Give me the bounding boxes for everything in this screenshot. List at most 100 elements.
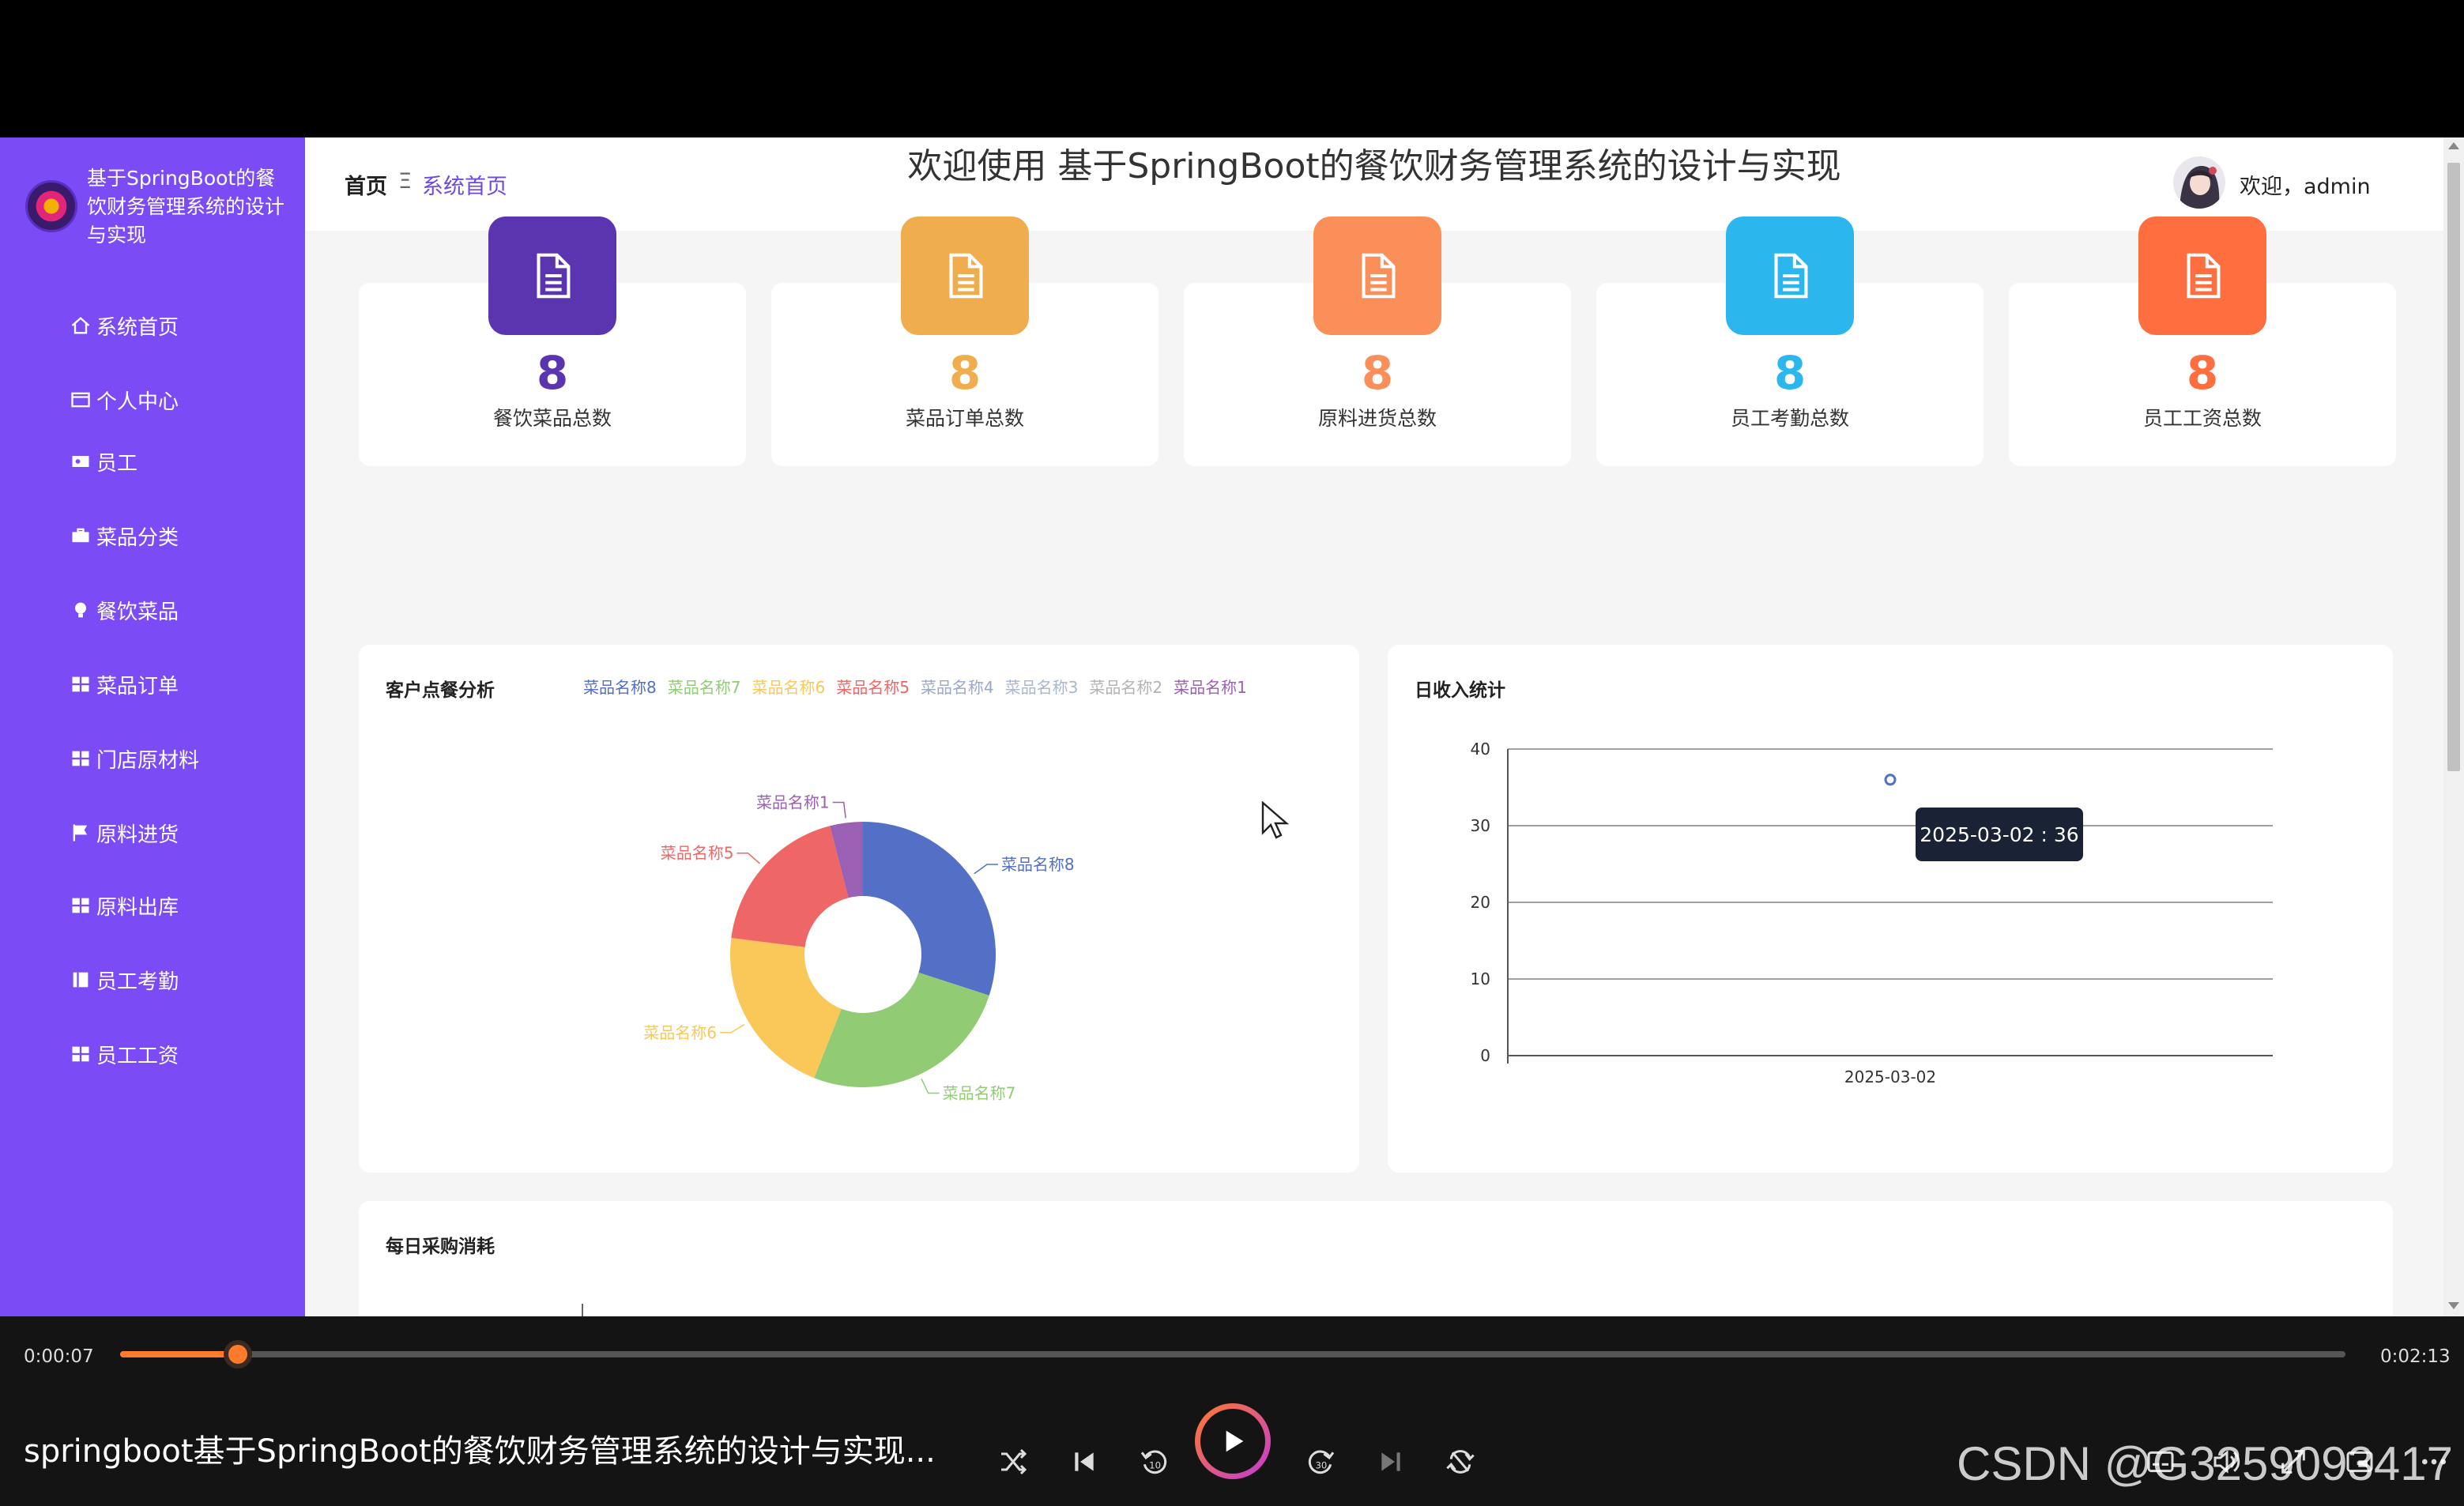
grid-icon [72, 676, 89, 692]
pie-slice[interactable] [863, 822, 996, 996]
sidebar-item-9[interactable]: 员工考勤 [70, 964, 179, 996]
sidebar-item-label: 原料出库 [96, 895, 179, 920]
scroll-up-icon[interactable] [2448, 142, 2459, 149]
x-tick-label: 2025-03-02 [1844, 1067, 1936, 1086]
skip-next-icon [1381, 1452, 1400, 1471]
stat-value: 8 [948, 346, 981, 400]
sidebar: 基于SpringBoot的餐饮财务管理系统的设计与实现 系统首页个人中心员工菜品… [0, 137, 305, 1316]
stat-label: 员工考勤总数 [1730, 407, 1849, 430]
purchase-chart-axis [582, 1304, 583, 1316]
pie-label-line [720, 1023, 745, 1033]
stat-label: 原料进货总数 [1317, 407, 1437, 430]
svg-text:10: 10 [1149, 1459, 1161, 1470]
sidebar-item-label: 餐饮菜品 [96, 600, 179, 624]
stat-value: 8 [536, 346, 569, 400]
brand: 基于SpringBoot的餐饮财务管理系统的设计与实现 [24, 164, 292, 251]
document-icon [1726, 216, 1854, 335]
pie-slice-label: 菜品名称7 [943, 1084, 1016, 1103]
sidebar-item-label: 员工工资 [96, 1044, 179, 1068]
sidebar-item-1[interactable]: 个人中心 [70, 384, 179, 416]
brand-title: 基于SpringBoot的餐饮财务管理系统的设计与实现 [87, 167, 285, 247]
stat-label: 菜品订单总数 [905, 407, 1024, 430]
grid-icon [72, 1046, 89, 1062]
loop-button[interactable] [1443, 1444, 1478, 1479]
loop-icon [1446, 1450, 1475, 1474]
bottom-panel-title: 每日采购消耗 [386, 1237, 495, 1257]
mouse-cursor-icon [1261, 801, 1290, 839]
shuffle-button[interactable] [996, 1444, 1030, 1479]
pie-chart-panel: 客户点餐分析 菜品名称8 菜品名称7 菜品名称6 菜品名称5 菜品名称4 菜品名称3 菜品名… [359, 645, 1359, 1173]
pie-slice[interactable] [731, 826, 849, 947]
pie-label-line [921, 1079, 940, 1094]
sidebar-item-2[interactable]: 员工 [70, 446, 138, 477]
rewind-10-button[interactable]: 10 [1136, 1444, 1171, 1479]
pie-slice-label: 菜品名称5 [661, 844, 734, 863]
forward-30-button[interactable]: 30 [1304, 1444, 1339, 1479]
sidebar-item-10[interactable]: 员工工资 [70, 1038, 179, 1070]
progress-bar[interactable] [120, 1340, 2345, 1369]
document-icon [901, 216, 1029, 335]
sidebar-item-label: 门店原材料 [96, 748, 200, 773]
scroll-thumb[interactable] [2447, 163, 2460, 771]
sidebar-item-8[interactable]: 原料出库 [70, 890, 179, 921]
briefcase-icon [72, 528, 89, 543]
previous-button[interactable] [1067, 1444, 1102, 1479]
shuffle-icon [1001, 1448, 1027, 1475]
pie-label-line [832, 801, 846, 819]
sidebar-item-4[interactable]: 餐饮菜品 [70, 594, 179, 626]
time-total: 0:02:13 [2380, 1346, 2451, 1367]
document-icon [2138, 216, 2266, 335]
pie-label-line [974, 864, 998, 875]
pie-slice[interactable] [814, 972, 989, 1087]
stat-label: 员工工资总数 [2142, 407, 2262, 430]
y-tick-label: 0 [1480, 1046, 1490, 1065]
sidebar-item-3[interactable]: 菜品分类 [70, 520, 179, 552]
sidebar-item-label: 个人中心 [96, 390, 179, 414]
next-button[interactable] [1373, 1444, 1408, 1479]
y-tick-label: 40 [1471, 740, 1490, 759]
forward-30-icon: 30 [1308, 1450, 1335, 1474]
sidebar-item-label: 系统首页 [96, 315, 179, 340]
window-icon [71, 392, 90, 408]
play-button[interactable] [1195, 1403, 1271, 1479]
sidebar-item-7[interactable]: 原料进货 [70, 817, 179, 849]
stat-card-0: 8 餐饮菜品总数 [359, 216, 746, 466]
progress-fill [120, 1351, 239, 1357]
sidebar-item-6[interactable]: 门店原材料 [70, 743, 199, 774]
document-icon [1313, 216, 1441, 335]
data-point[interactable] [1884, 774, 1897, 786]
watermark: CSDN @G3259093417 [1957, 1437, 2453, 1490]
purchase-chart-panel: 每日采购消耗 [359, 1201, 2393, 1316]
skip-previous-icon [1075, 1452, 1094, 1471]
brand-logo [25, 180, 77, 232]
progress-handle[interactable] [224, 1340, 253, 1369]
pie-slice-label: 菜品名称1 [756, 793, 830, 812]
book-icon [73, 972, 89, 988]
sidebar-item-5[interactable]: 菜品订单 [70, 668, 179, 700]
rewind-10-icon: 10 [1140, 1450, 1167, 1474]
stat-value: 8 [1361, 346, 1394, 400]
y-tick-label: 20 [1471, 893, 1490, 912]
sidebar-item-label: 员工考勤 [96, 969, 179, 994]
page-title: 欢迎使用 基于SpringBoot的餐饮财务管理系统的设计与实现 [907, 146, 1841, 186]
pie-label-line [737, 852, 760, 864]
line-chart: 0 10 20 30 40 2025-03-02 [1471, 740, 2273, 1086]
sidebar-item-0[interactable]: 系统首页 [70, 310, 179, 341]
y-tick-label: 10 [1471, 969, 1490, 988]
pie-slice-label: 菜品名称6 [643, 1023, 717, 1042]
stat-card-1: 8 菜品订单总数 [771, 216, 1159, 466]
video-title: springboot基于SpringBoot的餐饮财务管理系统的设计与实现... [24, 1433, 936, 1470]
stat-card-2: 8 原料进货总数 [1184, 216, 1571, 466]
sidebar-item-label: 员工 [96, 451, 138, 476]
scrollbar[interactable] [2443, 137, 2464, 1316]
stat-label: 餐饮菜品总数 [492, 407, 612, 430]
sidebar-item-label: 菜品订单 [96, 674, 179, 698]
user-card-icon [72, 456, 89, 467]
bulb-icon [75, 602, 86, 618]
scroll-down-icon[interactable] [2448, 1302, 2459, 1309]
pie-chart: 菜品名称8 菜品名称7 菜品名称6 菜品名称5 菜品名称1 [643, 793, 1075, 1103]
stat-card-4: 8 员工工资总数 [2009, 216, 2396, 466]
stat-value: 8 [1773, 346, 1807, 400]
pie-slice-label: 菜品名称8 [1001, 855, 1075, 874]
stat-card-3: 8 员工考勤总数 [1596, 216, 1984, 466]
